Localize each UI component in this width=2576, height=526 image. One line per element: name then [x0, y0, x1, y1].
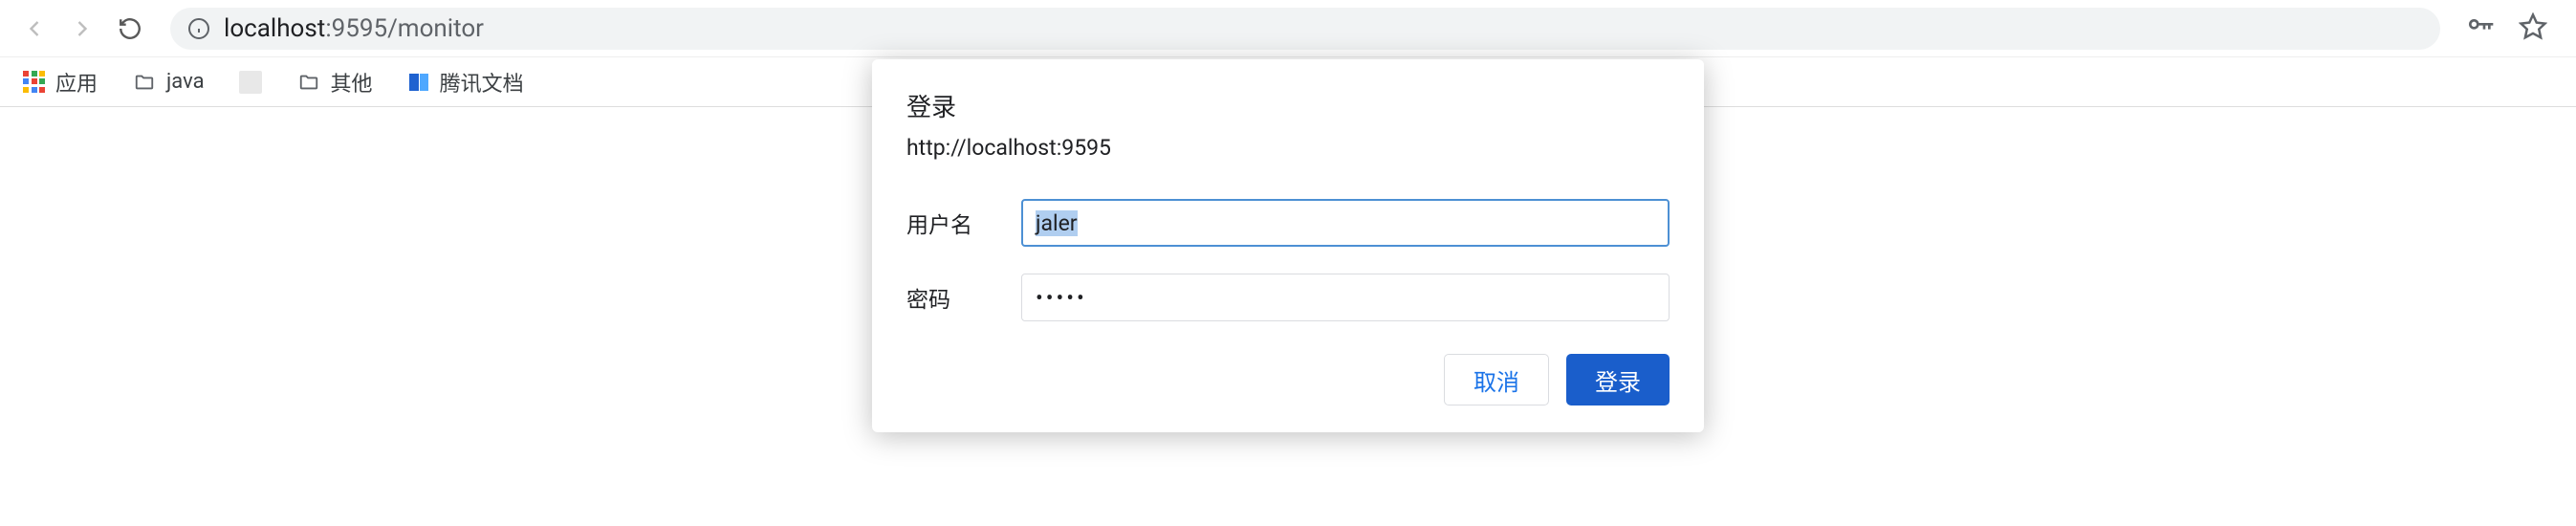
bookmark-star-icon[interactable] — [2519, 12, 2547, 45]
forward-button[interactable] — [67, 13, 98, 44]
dialog-title: 登录 — [906, 88, 1670, 123]
password-input[interactable]: ••••• — [1021, 274, 1670, 321]
url-host: localhost — [224, 14, 325, 43]
tencent-docs-icon — [407, 71, 430, 94]
username-input[interactable]: jaler — [1021, 199, 1670, 247]
blank-page-icon — [239, 71, 262, 94]
password-label: 密码 — [906, 281, 1021, 314]
bookmark-other-label: 其他 — [331, 67, 373, 98]
username-row: 用户名 jaler — [906, 199, 1670, 247]
cancel-button[interactable]: 取消 — [1444, 354, 1549, 405]
bookmark-tencent-docs[interactable]: 腾讯文档 — [407, 67, 524, 98]
bookmark-apps[interactable]: 应用 — [23, 67, 98, 98]
toolbar-right — [2465, 11, 2557, 46]
username-value: jaler — [1036, 210, 1078, 236]
folder-icon — [132, 72, 157, 93]
dialog-origin: http://localhost:9595 — [906, 135, 1670, 161]
bookmark-java[interactable]: java — [132, 70, 205, 94]
password-mask: ••••• — [1036, 285, 1087, 311]
url-text: localhost:9595/monitor — [224, 14, 484, 43]
dialog-actions: 取消 登录 — [906, 354, 1670, 405]
apps-grid-icon — [23, 71, 46, 94]
url-path: /monitor — [387, 14, 484, 43]
folder-icon — [296, 72, 321, 93]
auth-dialog: 登录 http://localhost:9595 用户名 jaler 密码 ••… — [872, 59, 1704, 432]
bookmark-apps-label: 应用 — [55, 67, 98, 98]
username-label: 用户名 — [906, 207, 1021, 239]
site-info-icon[interactable] — [187, 17, 210, 40]
bookmark-tencent-label: 腾讯文档 — [440, 67, 524, 98]
bookmark-other[interactable]: 其他 — [296, 67, 373, 98]
password-row: 密码 ••••• — [906, 274, 1670, 321]
bookmark-java-label: java — [166, 70, 205, 94]
address-bar[interactable]: localhost:9595/monitor — [170, 8, 2440, 50]
url-port: :9595 — [325, 14, 387, 43]
password-key-icon[interactable] — [2465, 11, 2496, 46]
back-button[interactable] — [19, 13, 50, 44]
bookmark-blank[interactable] — [239, 71, 262, 94]
submit-button[interactable]: 登录 — [1566, 354, 1670, 405]
reload-button[interactable] — [115, 13, 145, 44]
browser-toolbar: localhost:9595/monitor — [0, 0, 2576, 57]
